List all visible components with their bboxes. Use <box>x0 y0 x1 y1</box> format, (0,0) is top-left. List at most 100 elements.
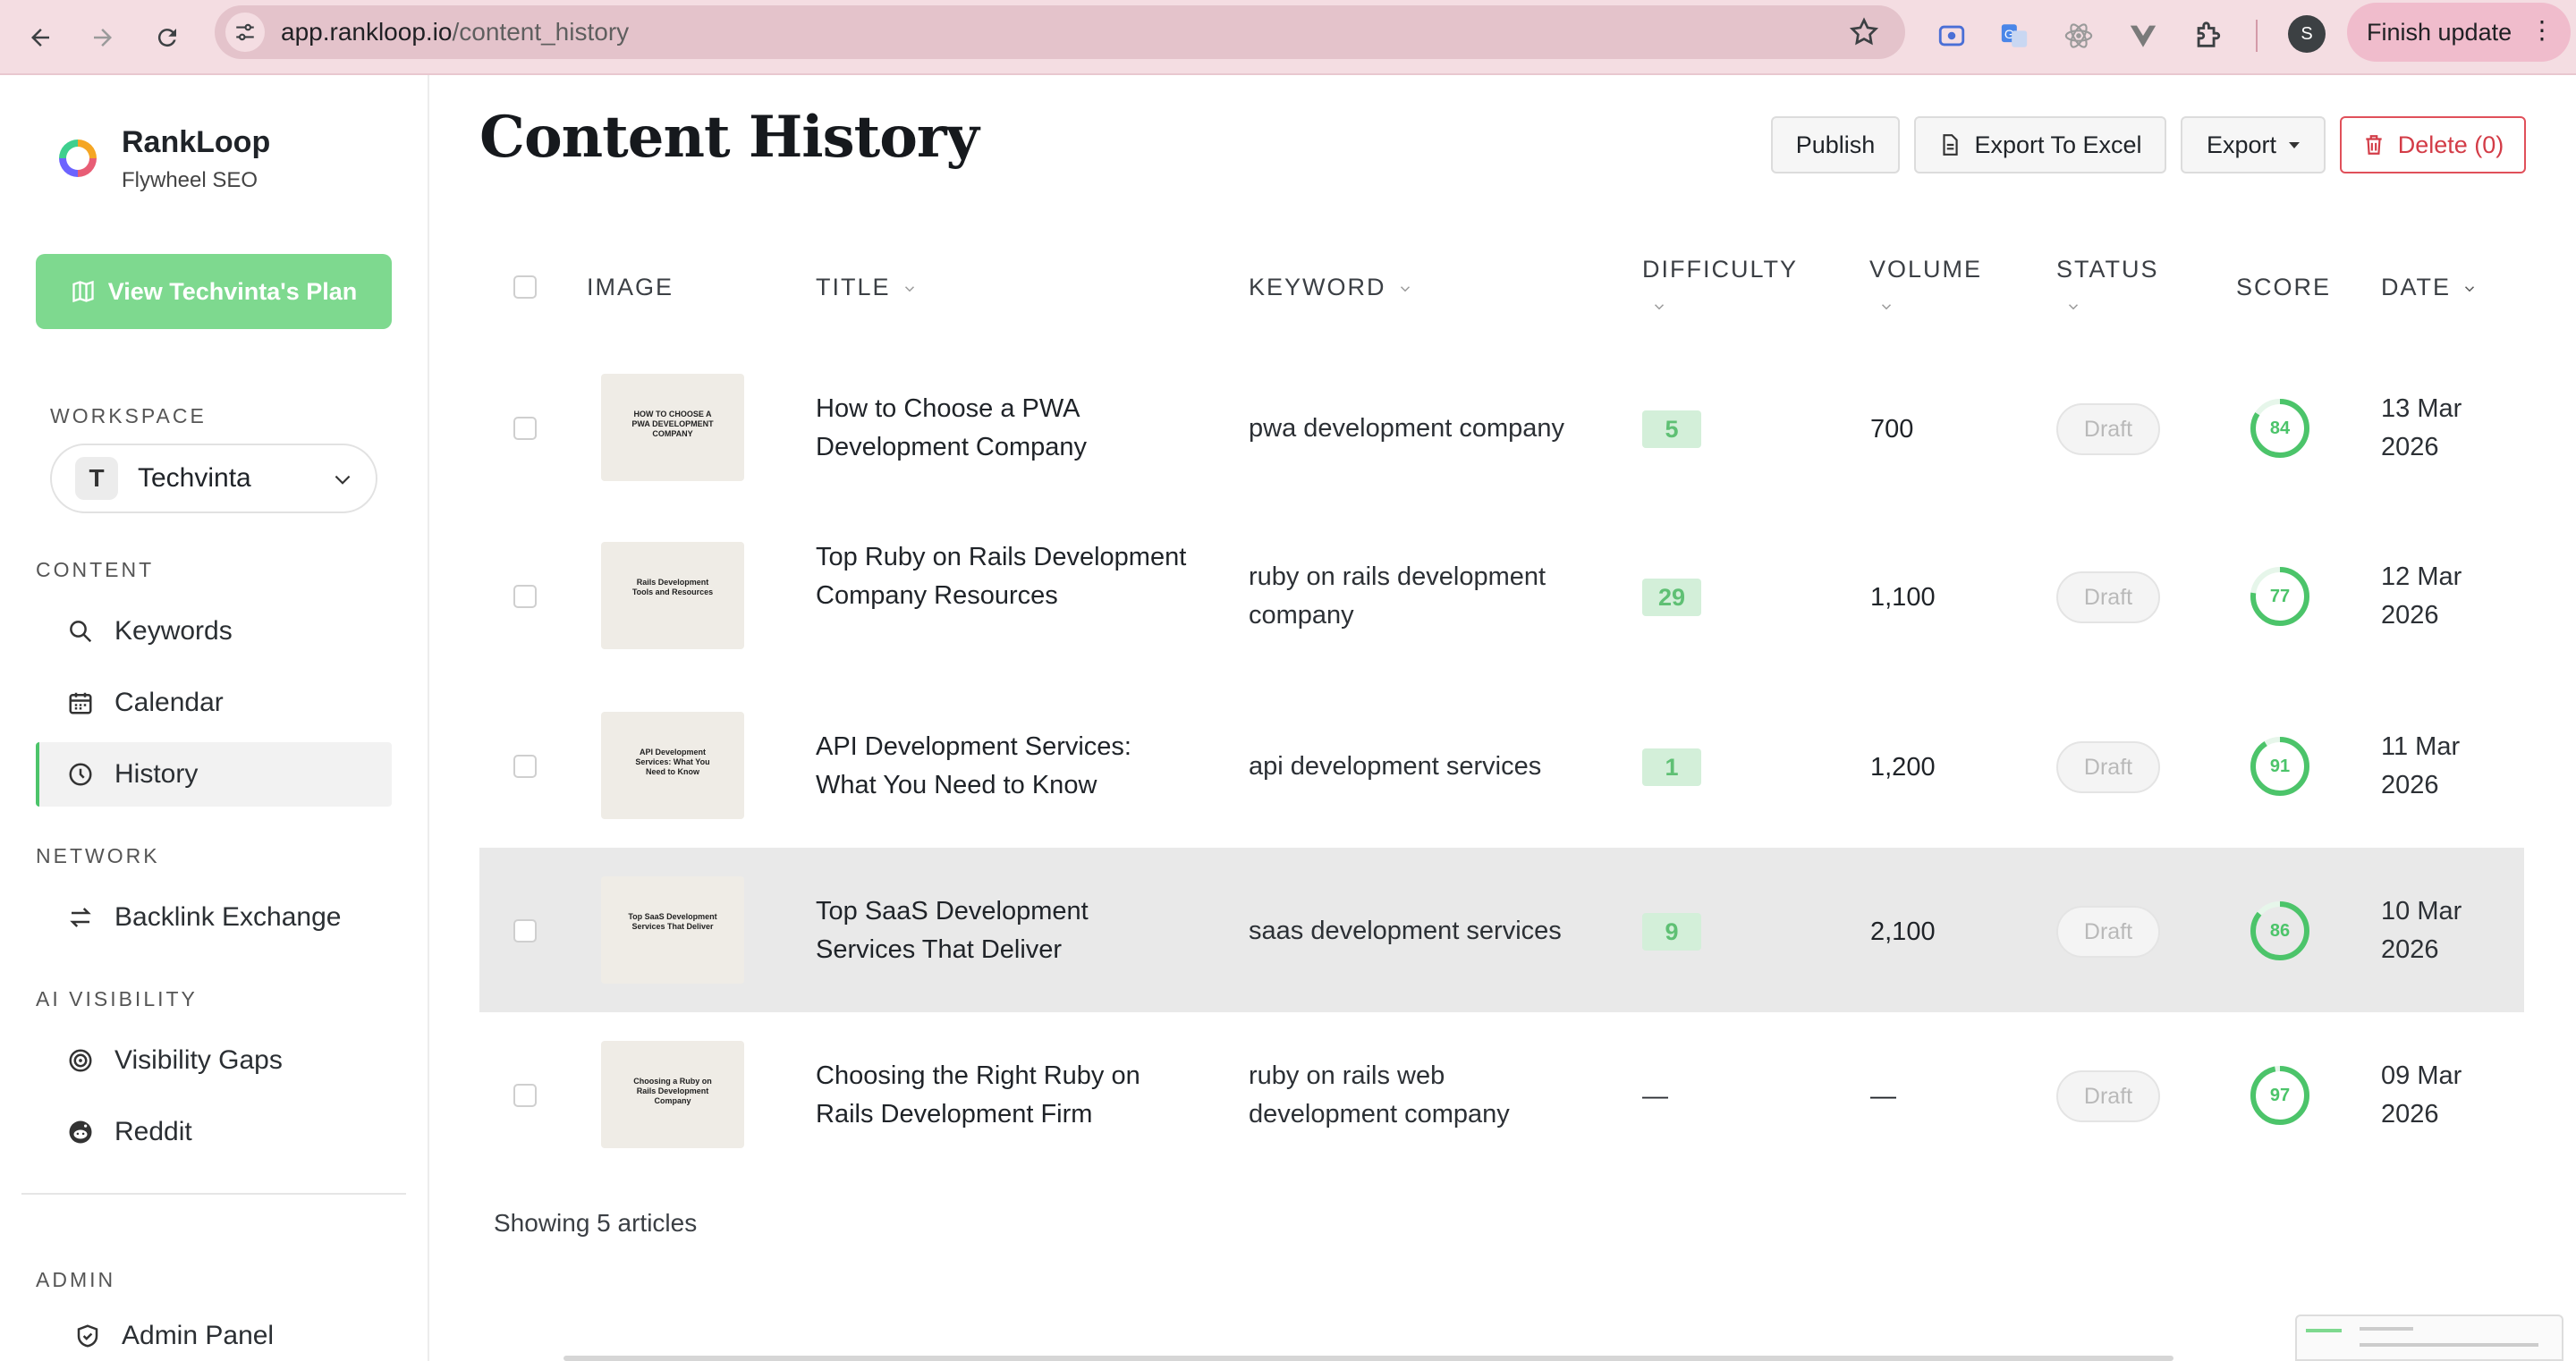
row-checkbox[interactable] <box>513 919 537 943</box>
delete-button[interactable]: Delete (0) <box>2340 116 2526 173</box>
thumbnail-text: Rails Development Tools and Resources <box>631 578 714 596</box>
finish-update-button[interactable]: Finish update ⋮ <box>2347 3 2571 62</box>
extension-vue-button[interactable] <box>2123 16 2163 55</box>
score-ring: 84 <box>2249 397 2311 460</box>
article-date: 13 Mar 2026 <box>2381 394 2462 461</box>
workspace-section-label: WORKSPACE <box>50 404 207 427</box>
extensions-button[interactable] <box>2188 16 2227 55</box>
status-badge: Draft <box>2056 571 2160 623</box>
table-row[interactable]: Rails Development Tools and Resources To… <box>479 513 2524 678</box>
table-row[interactable]: API Development Services: What You Need … <box>479 683 2524 848</box>
chevron-down-icon <box>1654 304 1665 310</box>
sidebar-item-history[interactable]: History <box>36 742 392 807</box>
publish-button[interactable]: Publish <box>1771 116 1900 173</box>
score-value: 77 <box>2269 586 2291 606</box>
difficulty-badge: 9 <box>1642 913 1701 951</box>
table-row[interactable]: HOW TO CHOOSE A PWA DEVELOPMENT COMPANY … <box>479 345 2524 510</box>
browser-toolbar: app.rankloop.io/content_history G S Fini… <box>0 0 2576 75</box>
vue-icon <box>2130 25 2157 47</box>
sidebar-item-backlink-exchange[interactable]: Backlink Exchange <box>36 885 392 950</box>
brand-name: RankLoop <box>122 125 271 159</box>
admin-section-label: ADMIN <box>36 1268 116 1291</box>
sidebar-item-calendar[interactable]: Calendar <box>36 671 392 735</box>
volume-value: 2,100 <box>1870 917 1936 946</box>
column-header-title[interactable]: TITLE <box>816 274 918 301</box>
header-label: IMAGE <box>587 274 674 300</box>
sidebar-item-label: Keywords <box>114 616 233 646</box>
sidebar-item-label: Calendar <box>114 688 224 717</box>
extension-react-button[interactable] <box>2059 16 2098 55</box>
results-count: Showing 5 articles <box>494 1209 698 1237</box>
thumbnail-text: API Development Services: What You Need … <box>635 748 710 776</box>
article-keyword: ruby on rails web development company <box>1249 1061 1510 1129</box>
sidebar-item-keywords[interactable]: Keywords <box>36 599 392 664</box>
chevron-down-icon <box>904 286 914 292</box>
article-thumbnail: API Development Services: What You Need … <box>601 712 744 819</box>
article-title[interactable]: Top Ruby on Rails Development Company Re… <box>816 538 1191 615</box>
translate-icon: G <box>2001 24 2028 47</box>
article-keyword: api development services <box>1249 752 1542 781</box>
sidebar-item-reddit[interactable]: Reddit <box>36 1100 392 1164</box>
column-header-score: SCORE <box>2236 274 2331 301</box>
chevron-down-icon <box>1400 286 1410 292</box>
sidebar-item-label: Admin Panel <box>122 1321 275 1350</box>
preview-bar <box>2360 1343 2538 1347</box>
article-title[interactable]: Choosing the Right Ruby on Rails Develop… <box>816 1057 1191 1134</box>
preview-bar <box>2306 1329 2342 1332</box>
site-info-button[interactable] <box>225 13 265 52</box>
row-checkbox[interactable] <box>513 585 537 608</box>
difficulty-badge: 1 <box>1642 748 1701 786</box>
sidebar-item-label: History <box>114 759 199 789</box>
toolbar-divider <box>2256 20 2258 52</box>
column-header-status[interactable]: STATUS <box>2056 256 2159 283</box>
chevron-down-icon <box>1881 304 1892 310</box>
extension-screen-button[interactable] <box>1932 16 1971 55</box>
row-checkbox[interactable] <box>513 417 537 440</box>
url-domain: app.rankloop.io <box>281 18 453 46</box>
search-icon <box>70 621 92 643</box>
finish-update-label: Finish update <box>2367 18 2512 46</box>
table-row[interactable]: Top SaaS Development Services That Deliv… <box>479 848 2524 1012</box>
status-badge: Draft <box>2056 1070 2160 1122</box>
article-title[interactable]: API Development Services: What You Need … <box>816 728 1191 805</box>
forward-button[interactable] <box>80 15 125 60</box>
rankloop-logo-icon <box>59 139 97 177</box>
sidebar-item-admin-panel[interactable]: Admin Panel <box>36 1309 392 1361</box>
column-header-date[interactable]: DATE <box>2381 274 2478 301</box>
extension-translate-button[interactable]: G <box>1995 16 2034 55</box>
row-checkbox[interactable] <box>513 755 537 778</box>
reload-button[interactable] <box>145 15 190 60</box>
sidebar-item-visibility-gaps[interactable]: Visibility Gaps <box>36 1028 392 1093</box>
article-title[interactable]: How to Choose a PWA Development Company <box>816 390 1191 467</box>
profile-avatar[interactable]: S <box>2288 15 2326 53</box>
article-keyword: saas development services <box>1249 917 1562 945</box>
row-checkbox[interactable] <box>513 1084 537 1107</box>
article-thumbnail: Rails Development Tools and Resources <box>601 542 744 649</box>
export-dropdown-button[interactable]: Export <box>2181 116 2326 173</box>
header-label: DIFFICULTY <box>1642 256 1798 283</box>
bottom-edge <box>564 1356 2174 1361</box>
select-all-checkbox[interactable] <box>513 275 537 299</box>
column-header-keyword[interactable]: KEYWORD <box>1249 274 1413 301</box>
workspace-select[interactable]: T Techvinta <box>50 444 377 513</box>
column-header-difficulty[interactable]: DIFFICULTY <box>1642 256 1798 283</box>
chevron-down-icon <box>2068 304 2079 310</box>
publish-label: Publish <box>1795 131 1876 158</box>
table-row[interactable]: Choosing a Ruby on Rails Development Com… <box>479 1012 2524 1177</box>
volume-value: 1,100 <box>1870 583 1936 612</box>
reload-icon <box>157 29 176 47</box>
header-label: KEYWORD <box>1249 274 1386 300</box>
score-ring: 91 <box>2249 735 2311 798</box>
star-icon[interactable] <box>1848 16 1880 48</box>
article-keyword: pwa development company <box>1249 414 1565 443</box>
exchange-icon <box>70 908 91 927</box>
view-plan-button[interactable]: View Techvinta's Plan <box>36 254 392 329</box>
volume-value: 1,200 <box>1870 753 1936 782</box>
tab-preview-thumbnail[interactable] <box>2295 1315 2563 1361</box>
article-title[interactable]: Top SaaS Development Services That Deliv… <box>816 892 1191 969</box>
export-excel-button[interactable]: Export To Excel <box>1914 116 2166 173</box>
column-header-volume[interactable]: VOLUME <box>1869 256 1982 283</box>
file-icon <box>1943 134 1959 156</box>
address-bar[interactable]: app.rankloop.io/content_history <box>215 5 1905 59</box>
back-button[interactable] <box>18 15 63 60</box>
